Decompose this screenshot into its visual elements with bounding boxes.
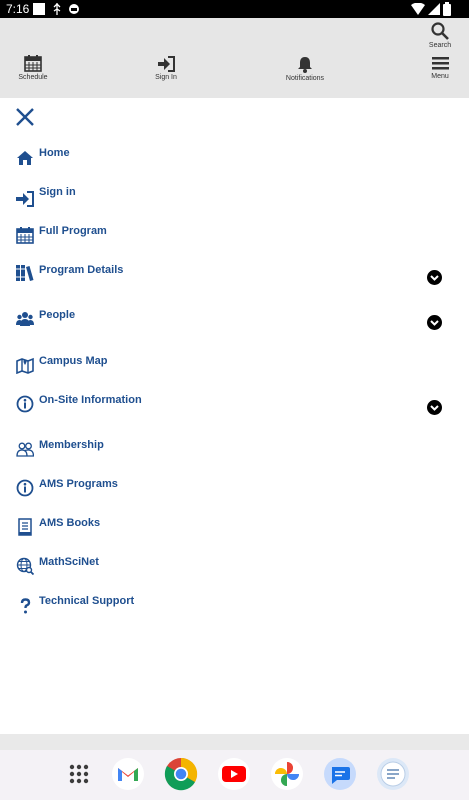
people-icon xyxy=(16,312,34,326)
menu-item-on-site-information[interactable]: On-Site Information xyxy=(0,394,469,430)
messages-icon[interactable] xyxy=(323,757,357,791)
status-bar: 7:16 xyxy=(0,0,469,18)
menu-item-label: AMS Programs xyxy=(39,478,118,490)
menu-item-program-details[interactable]: Program Details xyxy=(0,264,469,300)
menu-label: Menu xyxy=(431,73,449,80)
info-icon xyxy=(16,395,34,413)
wifi-icon xyxy=(411,2,425,18)
calendar-icon xyxy=(24,55,42,72)
home-icon xyxy=(17,151,33,165)
chevron-down-icon[interactable] xyxy=(427,315,442,330)
question-icon xyxy=(20,598,31,614)
menu-item-ams-programs[interactable]: AMS Programs xyxy=(0,478,469,514)
menu-item-label: Campus Map xyxy=(39,355,108,367)
schedule-label: Schedule xyxy=(18,74,48,81)
globe-search-icon xyxy=(16,557,34,575)
menu-item-people[interactable]: People xyxy=(0,309,469,345)
notifications-label: Notifications xyxy=(285,75,325,82)
menu-item-label: On-Site Information xyxy=(39,394,142,406)
map-icon xyxy=(16,357,34,374)
chrome-icon[interactable] xyxy=(164,757,198,791)
info-icon xyxy=(16,479,34,497)
menu-item-label: MathSciNet xyxy=(39,556,99,568)
menu-item-home[interactable]: Home xyxy=(0,147,469,183)
calendar-icon xyxy=(16,227,34,244)
search-button[interactable]: Search xyxy=(425,22,455,49)
menu-item-label: Home xyxy=(39,147,70,159)
menu-item-membership[interactable]: Membership xyxy=(0,439,469,475)
signal-icon xyxy=(428,3,440,18)
menu-item-ams-books[interactable]: AMS Books xyxy=(0,517,469,553)
conference-app-icon[interactable] xyxy=(376,757,410,791)
app-dock xyxy=(0,750,469,800)
status-time: 7:16 xyxy=(6,2,30,16)
sign-in-icon xyxy=(157,56,175,72)
membership-icon xyxy=(16,442,34,457)
bell-icon xyxy=(298,57,312,73)
menu-item-technical-support[interactable]: Technical Support xyxy=(0,595,469,631)
sign-in-button[interactable]: Sign In xyxy=(149,56,183,81)
app-toolbar: Schedule Sign In Notifications Search Me… xyxy=(0,18,469,98)
menu-item-label: Technical Support xyxy=(39,595,135,607)
menu-item-mathscinet[interactable]: MathSciNet xyxy=(0,556,469,592)
close-button[interactable] xyxy=(14,106,36,128)
sign-in-icon xyxy=(16,191,34,207)
menu-item-label: AMS Books xyxy=(39,517,101,529)
search-icon xyxy=(431,22,449,40)
app-drawer-icon[interactable] xyxy=(62,757,96,791)
menu-item-label: Sign in xyxy=(39,186,76,198)
photos-icon[interactable] xyxy=(270,757,304,791)
notifications-button[interactable]: Notifications xyxy=(282,56,328,82)
chevron-down-icon[interactable] xyxy=(427,270,442,285)
menu-item-campus-map[interactable]: Campus Map xyxy=(0,355,469,391)
battery-icon xyxy=(443,2,451,19)
notification-square-icon xyxy=(33,3,45,18)
menu-item-sign-in[interactable]: Sign in xyxy=(0,186,469,222)
menu-item-label: People xyxy=(39,309,76,321)
drawer-footer xyxy=(0,734,469,750)
chevron-down-icon[interactable] xyxy=(427,400,442,415)
book-icon xyxy=(18,518,32,536)
search-label: Search xyxy=(428,42,452,49)
schedule-button[interactable]: Schedule xyxy=(14,55,52,81)
navigation-drawer: Home Sign in Full Program Program Detail… xyxy=(0,98,469,734)
sync-icon xyxy=(68,3,80,18)
gmail-icon[interactable] xyxy=(111,757,145,791)
close-icon xyxy=(16,108,34,126)
menu-item-label: Full Program xyxy=(39,225,107,237)
sign-in-label: Sign In xyxy=(155,74,177,81)
hamburger-menu-icon xyxy=(431,57,449,70)
books-icon xyxy=(16,265,34,281)
menu-button[interactable]: Menu xyxy=(425,56,455,80)
menu-item-label: Program Details xyxy=(39,264,124,276)
menu-item-label: Membership xyxy=(39,439,104,451)
youtube-icon[interactable] xyxy=(217,757,251,791)
menu-item-full-program[interactable]: Full Program xyxy=(0,225,469,261)
usb-icon xyxy=(52,3,62,18)
